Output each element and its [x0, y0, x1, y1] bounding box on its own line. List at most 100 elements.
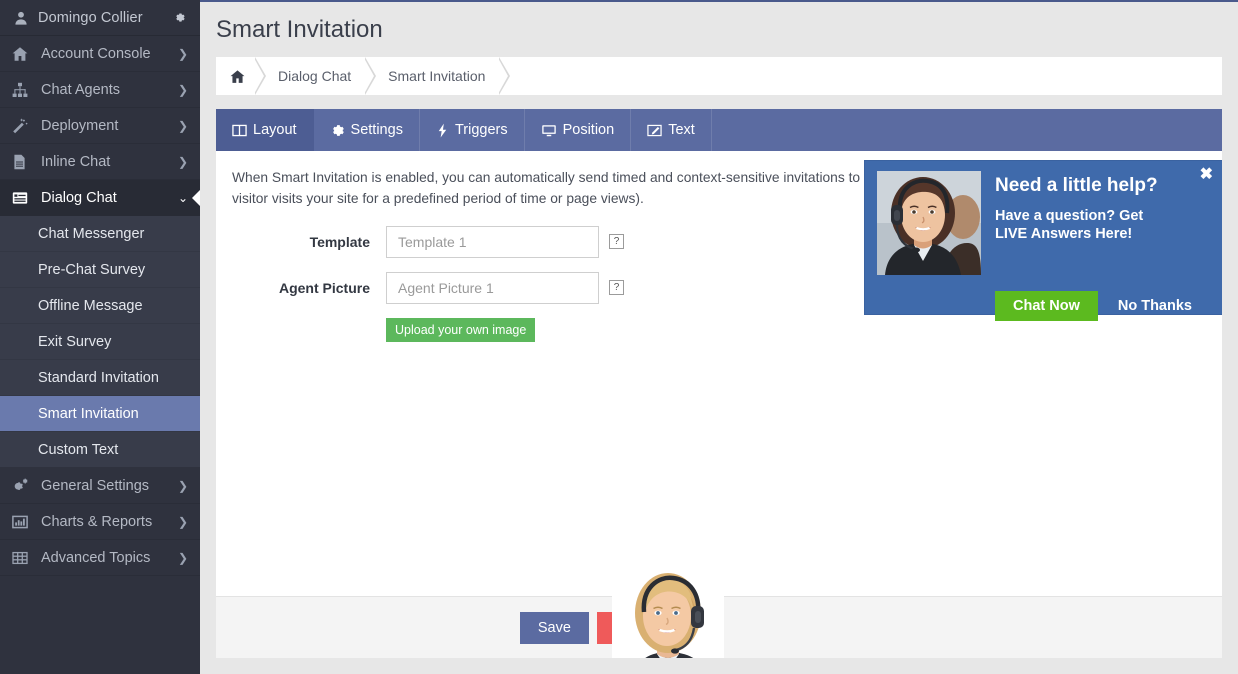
invitation-agent-photo — [877, 171, 981, 275]
sidebar-item-smart-invitation[interactable]: Smart Invitation — [0, 396, 200, 432]
invitation-actions: Chat Now No Thanks — [995, 291, 1211, 321]
sidebar-label: Dialog Chat — [41, 190, 117, 206]
submenu-label: Exit Survey — [38, 333, 112, 350]
submenu-label: Offline Message — [38, 297, 143, 314]
sidebar-item-charts-reports[interactable]: Charts & Reports ❯ — [0, 504, 200, 540]
user-name: Domingo Collier — [38, 9, 143, 26]
chat-now-button[interactable]: Chat Now — [995, 291, 1098, 321]
upload-image-button[interactable]: Upload your own image — [386, 317, 536, 342]
sidebar-label: Chat Agents — [41, 81, 120, 98]
agent-picture-select[interactable] — [386, 271, 599, 304]
sidebar-label: Account Console — [41, 45, 151, 62]
home-icon — [226, 69, 253, 84]
template-select[interactable] — [386, 225, 599, 258]
tab-label: Text — [668, 122, 695, 138]
submenu-label: Chat Messenger — [38, 225, 145, 242]
sidebar-submenu-dialog-chat: Chat Messenger Pre-Chat Survey Offline M… — [0, 216, 200, 468]
tabs-container: Layout Settings Triggers Position Text — [200, 95, 1238, 151]
chevron-right-icon: ❯ — [177, 118, 188, 133]
magic-wand-icon — [12, 117, 32, 134]
document-icon — [12, 154, 32, 170]
page-title: Smart Invitation — [216, 16, 383, 43]
no-thanks-button[interactable]: No Thanks — [1108, 291, 1202, 321]
submenu-label: Custom Text — [38, 441, 119, 458]
upload-row: Upload your own image — [216, 317, 1222, 342]
agent-picture-help-button[interactable]: ? — [609, 280, 624, 296]
chevron-down-icon: ⌄ — [177, 191, 188, 205]
invitation-preview-widget: ✖ Need a little help? Have a question? G… — [864, 160, 1222, 321]
invitation-text-block: Need a little help? Have a question? Get… — [995, 171, 1211, 275]
breadcrumb-item-dialog-chat[interactable]: Dialog Chat — [266, 68, 363, 84]
user-bar[interactable]: Domingo Collier — [0, 0, 200, 36]
home-icon — [12, 46, 32, 62]
sidebar-item-account-console[interactable]: Account Console ❯ — [0, 36, 200, 72]
app-root: Domingo Collier Account Console ❯ Chat A… — [0, 0, 1238, 674]
sidebar-item-dialog-chat[interactable]: Dialog Chat ⌄ — [0, 180, 200, 216]
tab-position[interactable]: Position — [525, 109, 632, 151]
breadcrumb-label: Smart Invitation — [388, 68, 486, 84]
sidebar-item-advanced-topics[interactable]: Advanced Topics ❯ — [0, 540, 200, 576]
breadcrumb-item-smart-invitation[interactable]: Smart Invitation — [376, 68, 497, 84]
breadcrumb-home[interactable] — [226, 69, 253, 84]
columns-icon — [232, 123, 247, 138]
breadcrumb-separator — [364, 57, 377, 95]
breadcrumb-label: Dialog Chat — [278, 68, 352, 84]
chevron-right-icon: ❯ — [177, 550, 188, 565]
main-content: Smart Invitation Dialog Chat Smart Invit… — [200, 0, 1238, 674]
tab-label: Position — [562, 122, 615, 138]
agent-picture-preview — [612, 566, 724, 658]
breadcrumb-separator — [254, 57, 266, 95]
sidebar-item-offline-message[interactable]: Offline Message — [0, 288, 200, 324]
bottom-spacer — [200, 658, 1238, 674]
invitation-subtitle: Have a question? Get LIVE Answers Here! — [995, 208, 1144, 243]
list-icon — [12, 190, 32, 206]
table-grid-icon — [12, 550, 32, 566]
template-help-button[interactable]: ? — [609, 234, 624, 250]
tab-settings[interactable]: Settings — [314, 109, 420, 151]
tab-bar: Layout Settings Triggers Position Text — [216, 109, 1222, 151]
sidebar-label: Deployment — [41, 117, 119, 134]
content-panel: When Smart Invitation is enabled, you ca… — [216, 151, 1222, 658]
sidebar-label: General Settings — [41, 477, 150, 494]
sidebar-item-chat-agents[interactable]: Chat Agents ❯ — [0, 72, 200, 108]
save-button[interactable]: Save — [519, 611, 589, 644]
sidebar-label: Charts & Reports — [41, 513, 153, 530]
cogs-icon — [12, 478, 32, 493]
tab-label: Triggers — [454, 122, 508, 138]
gear-icon — [330, 123, 345, 138]
sidebar-item-exit-survey[interactable]: Exit Survey — [0, 324, 200, 360]
gear-icon[interactable] — [170, 11, 188, 24]
panel-body: When Smart Invitation is enabled, you ca… — [216, 151, 1222, 658]
sidebar-item-inline-chat[interactable]: Inline Chat ❯ — [0, 144, 200, 180]
tab-layout[interactable]: Layout — [216, 109, 314, 151]
bolt-icon — [436, 123, 449, 138]
submenu-label: Standard Invitation — [38, 369, 159, 386]
sidebar-item-general-settings[interactable]: General Settings ❯ — [0, 468, 200, 504]
sidebar-label: Inline Chat — [41, 153, 111, 170]
edit-icon — [647, 123, 662, 138]
sidebar: Domingo Collier Account Console ❯ Chat A… — [0, 0, 200, 674]
user-icon — [12, 11, 29, 25]
breadcrumb: Dialog Chat Smart Invitation — [216, 57, 1222, 95]
tab-label: Layout — [253, 122, 297, 138]
tab-label: Settings — [350, 122, 403, 138]
upload-spacer — [216, 318, 386, 342]
agent-picture-label: Agent Picture — [278, 279, 370, 296]
chevron-right-icon: ❯ — [177, 478, 188, 493]
template-label: Template — [309, 233, 370, 250]
sidebar-item-standard-invitation[interactable]: Standard Invitation — [0, 360, 200, 396]
sidebar-label: Advanced Topics — [41, 549, 151, 566]
tab-triggers[interactable]: Triggers — [420, 109, 525, 151]
sidebar-item-chat-messenger[interactable]: Chat Messenger — [0, 216, 200, 252]
monitor-icon — [541, 123, 557, 138]
sidebar-item-custom-text[interactable]: Custom Text — [0, 432, 200, 468]
invitation-body: Need a little help? Have a question? Get… — [877, 171, 1211, 275]
sidebar-item-pre-chat-survey[interactable]: Pre-Chat Survey — [0, 252, 200, 288]
close-icon[interactable]: ✖ — [1200, 167, 1213, 183]
sidebar-item-deployment[interactable]: Deployment ❯ — [0, 108, 200, 144]
submenu-label: Pre-Chat Survey — [38, 261, 146, 278]
page-header: Smart Invitation Dialog Chat Smart Invit… — [200, 2, 1238, 95]
chevron-right-icon: ❯ — [177, 514, 188, 529]
tab-text[interactable]: Text — [631, 109, 712, 151]
chevron-right-icon: ❯ — [177, 82, 188, 97]
